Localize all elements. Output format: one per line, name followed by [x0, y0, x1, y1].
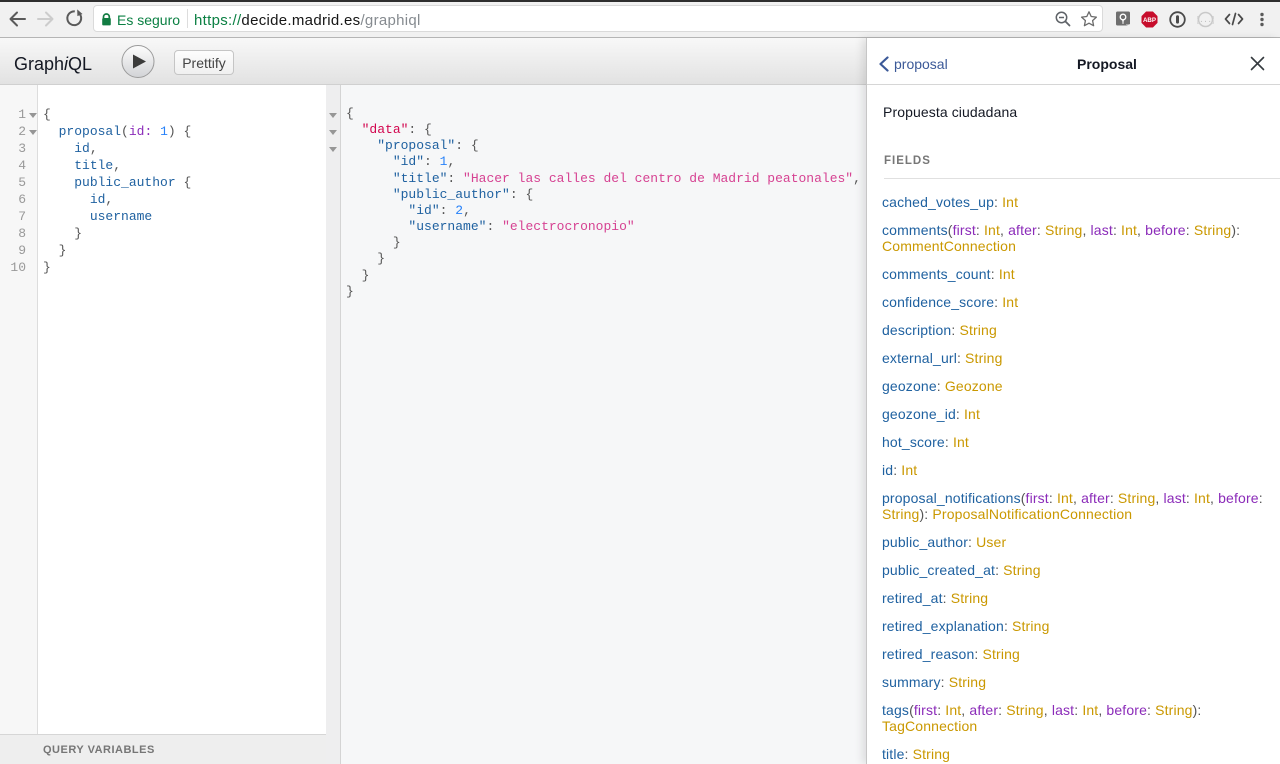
svg-text:ABP: ABP — [1143, 17, 1156, 24]
svg-text:{...}: {...} — [1197, 17, 1214, 25]
